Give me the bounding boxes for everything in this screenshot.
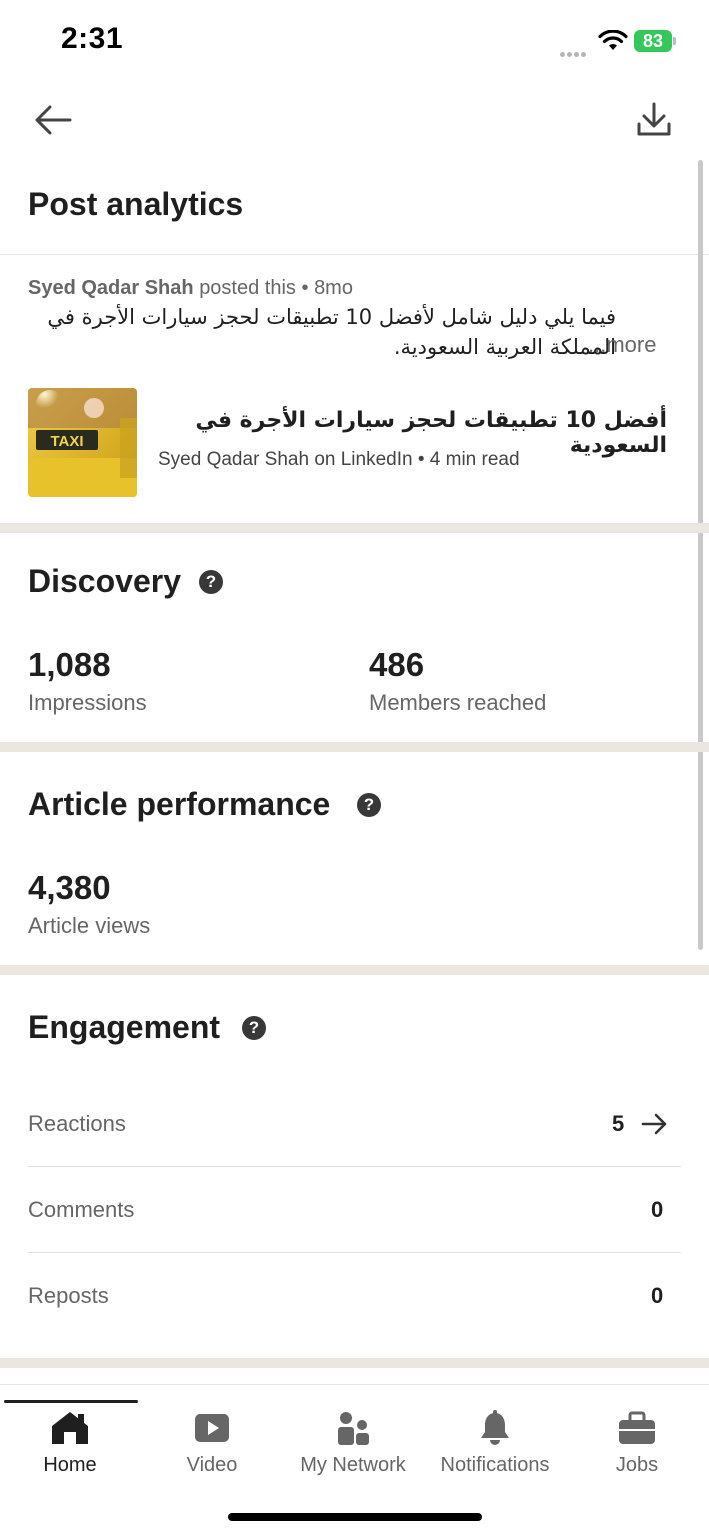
article-views-value: 4,380 xyxy=(28,869,111,906)
home-indicator[interactable] xyxy=(228,1513,482,1521)
back-button[interactable] xyxy=(26,96,74,144)
members-reached-label: Members reached xyxy=(369,690,547,715)
section-divider xyxy=(0,742,709,752)
bottom-nav-border xyxy=(0,1384,709,1385)
nav-video[interactable]: Video xyxy=(142,1408,282,1477)
nav-home[interactable]: Home xyxy=(0,1408,140,1477)
nav-jobs-label: Jobs xyxy=(615,1454,659,1476)
nav-my-network-label: My Network xyxy=(300,1454,406,1476)
arrow-right-icon[interactable] xyxy=(641,1111,669,1142)
reactions-label[interactable]: Reactions xyxy=(28,1111,126,1137)
taxi-sign-text: TAXI xyxy=(50,433,83,450)
row-divider xyxy=(28,1166,681,1167)
post-attribution: Syed Qadar Shah posted this • 8mo xyxy=(28,277,353,300)
status-time: 2:31 xyxy=(61,22,124,55)
section-divider xyxy=(0,965,709,975)
nav-my-network[interactable]: My Network xyxy=(283,1408,423,1477)
impressions-label: Impressions xyxy=(28,690,147,715)
active-tab-indicator xyxy=(4,1400,138,1403)
reposts-value: 0 xyxy=(651,1283,664,1308)
nav-notifications[interactable]: Notifications xyxy=(425,1408,565,1477)
home-icon xyxy=(52,1412,88,1444)
row-divider xyxy=(28,1252,681,1253)
article-performance-title: Article performance xyxy=(28,786,331,822)
post-author[interactable]: Syed Qadar Shah xyxy=(28,277,194,299)
discovery-help-icon[interactable]: ? xyxy=(199,570,223,594)
post-text[interactable]: فيما يلي دليل شامل لأفضل 10 تطبيقات لحجز… xyxy=(28,302,616,362)
scrollbar[interactable] xyxy=(698,160,703,950)
section-divider xyxy=(0,1358,709,1368)
nav-jobs[interactable]: Jobs xyxy=(567,1408,707,1477)
bell-icon xyxy=(481,1410,509,1445)
engagement-help-icon[interactable]: ? xyxy=(242,1016,266,1040)
posted-text: posted this xyxy=(199,277,296,299)
video-icon xyxy=(195,1414,229,1442)
see-more-link[interactable]: ...more xyxy=(588,332,656,358)
reposts-label: Reposts xyxy=(28,1283,109,1308)
article-views-label: Article views xyxy=(28,913,151,938)
download-button[interactable] xyxy=(630,96,678,144)
download-icon xyxy=(637,102,671,136)
post-age: 8mo xyxy=(314,277,353,299)
members-reached-value: 486 xyxy=(369,646,425,683)
nav-home-label: Home xyxy=(43,1454,97,1476)
briefcase-icon xyxy=(619,1411,655,1444)
battery-tip xyxy=(673,37,676,45)
comments-label: Comments xyxy=(28,1197,135,1222)
impressions-value: 1,088 xyxy=(28,646,111,683)
reactions-value[interactable]: 5 xyxy=(612,1111,624,1137)
page-title: Post analytics xyxy=(28,186,244,222)
engagement-title: Engagement xyxy=(28,1009,221,1045)
article-subtitle: Syed Qadar Shah on LinkedIn • 4 min read xyxy=(158,449,520,470)
comments-value: 0 xyxy=(651,1197,664,1222)
header-divider xyxy=(0,254,709,255)
my-network-icon xyxy=(338,1412,369,1445)
taxi-image: TAXI xyxy=(28,388,137,497)
article-thumbnail[interactable]: TAXI xyxy=(28,388,137,497)
nav-notifications-label: Notifications xyxy=(440,1454,550,1476)
cellular-signal-icon xyxy=(560,44,594,57)
arrow-left-icon xyxy=(35,105,72,135)
wifi-icon xyxy=(598,29,628,57)
nav-video-label: Video xyxy=(186,1454,238,1476)
article-performance-help-icon[interactable]: ? xyxy=(357,793,381,817)
discovery-title: Discovery xyxy=(28,563,181,599)
separator: • xyxy=(301,277,309,299)
section-divider xyxy=(0,523,709,533)
battery-icon: 83 xyxy=(634,30,672,52)
